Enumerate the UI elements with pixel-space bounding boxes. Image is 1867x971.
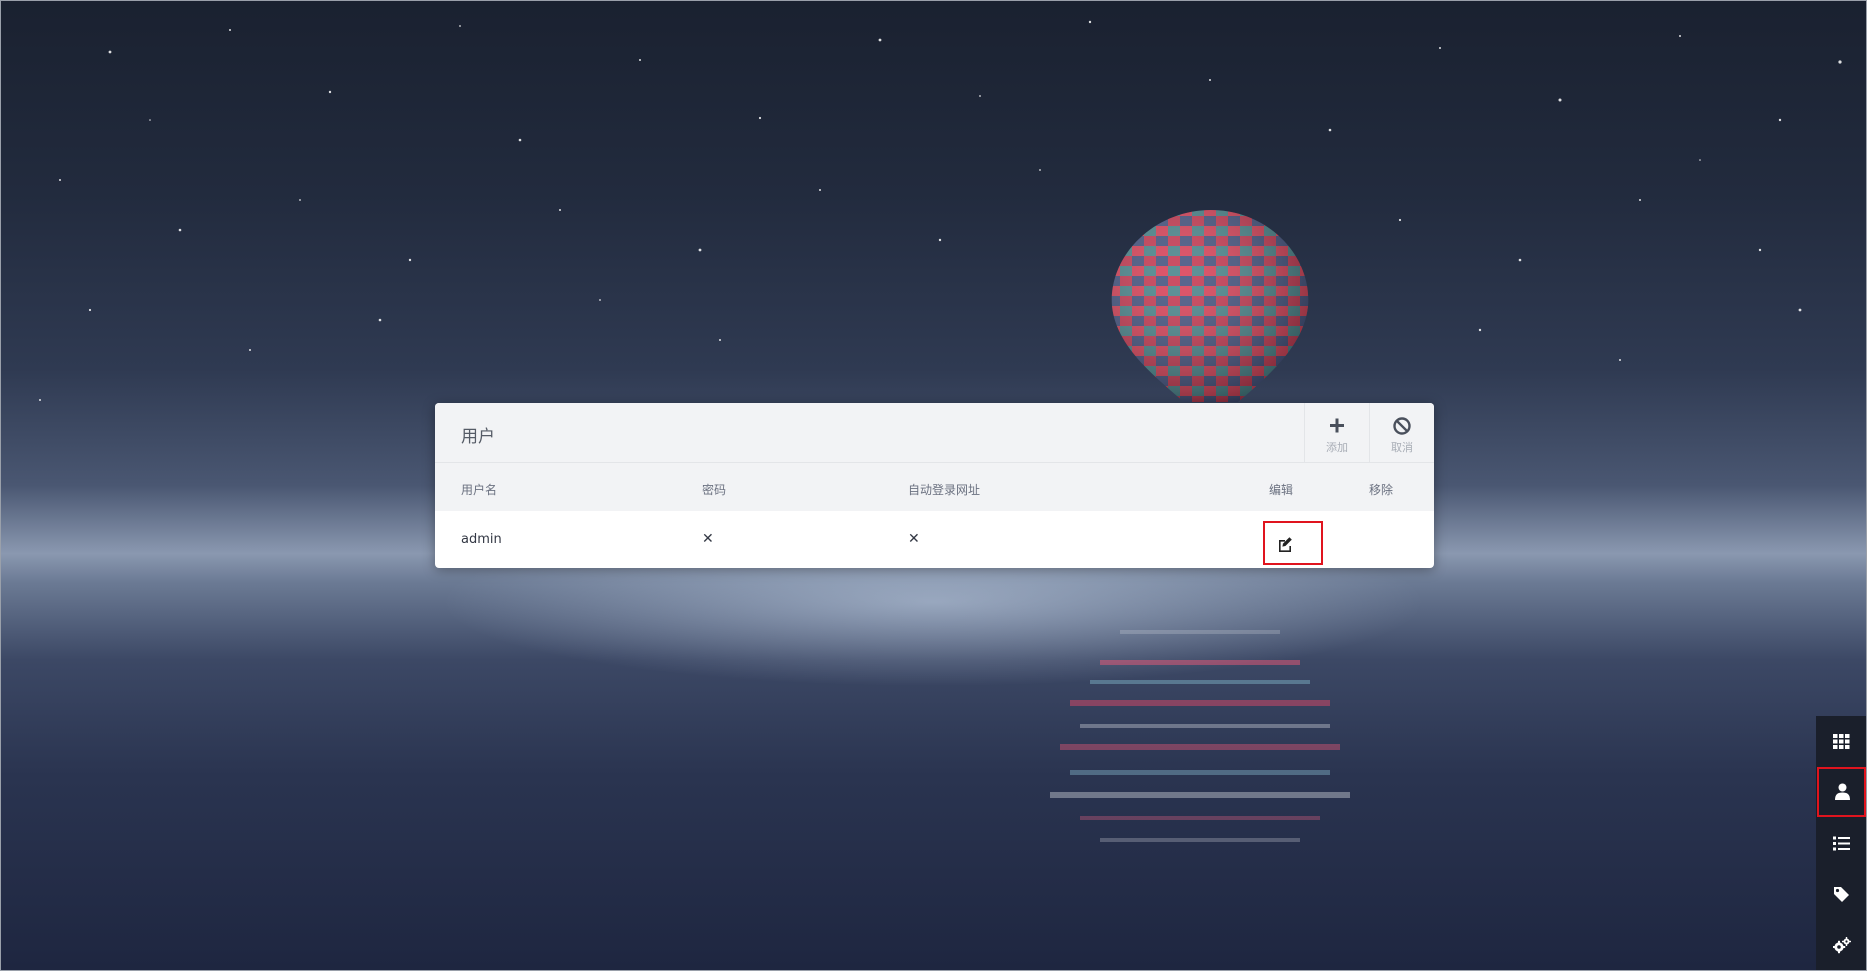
gears-icon (1833, 937, 1851, 954)
ban-icon (1393, 417, 1411, 435)
list-icon (1833, 836, 1850, 851)
hot-air-balloon-image (1111, 210, 1309, 402)
column-header-remove: 移除 (1369, 483, 1394, 497)
user-icon (1835, 783, 1850, 800)
sidebar-item-tags[interactable] (1816, 869, 1867, 919)
cancel-button[interactable]: 取消 (1369, 403, 1434, 462)
right-toolbar (1816, 716, 1867, 971)
sidebar-item-settings[interactable] (1816, 920, 1867, 970)
column-header-edit: 编辑 (1269, 483, 1294, 497)
sidebar-item-apps[interactable] (1816, 716, 1867, 766)
column-header-username: 用户名 (461, 483, 498, 497)
cancel-button-label: 取消 (1391, 441, 1413, 454)
auto-login-url-cell: ✕ (908, 531, 920, 547)
table-row: admin ✕ ✕ (435, 511, 1434, 568)
panel-title: 用户 (461, 427, 495, 447)
username-cell: admin (461, 532, 502, 547)
edit-icon (1279, 537, 1292, 552)
column-header-password: 密码 (702, 483, 727, 497)
plus-icon (1330, 418, 1344, 433)
edit-user-button[interactable] (1263, 521, 1323, 565)
balloon-reflection-image (1050, 630, 1350, 842)
table-header-row: 用户名 密码 自动登录网址 编辑 移除 (435, 463, 1434, 511)
column-header-auto-login-url: 自动登录网址 (908, 483, 981, 497)
users-panel: 用户 添加 取消 用户名 密码 自动登录网址 编辑 移除 admin ✕ ✕ (435, 403, 1434, 568)
sidebar-item-users[interactable] (1817, 767, 1866, 817)
sidebar-item-list[interactable] (1816, 818, 1867, 868)
tag-icon (1834, 887, 1849, 902)
add-button[interactable]: 添加 (1304, 403, 1369, 462)
password-cell: ✕ (702, 531, 714, 547)
grid-icon (1833, 734, 1850, 749)
panel-header: 用户 添加 取消 (435, 403, 1434, 463)
add-button-label: 添加 (1326, 441, 1348, 454)
